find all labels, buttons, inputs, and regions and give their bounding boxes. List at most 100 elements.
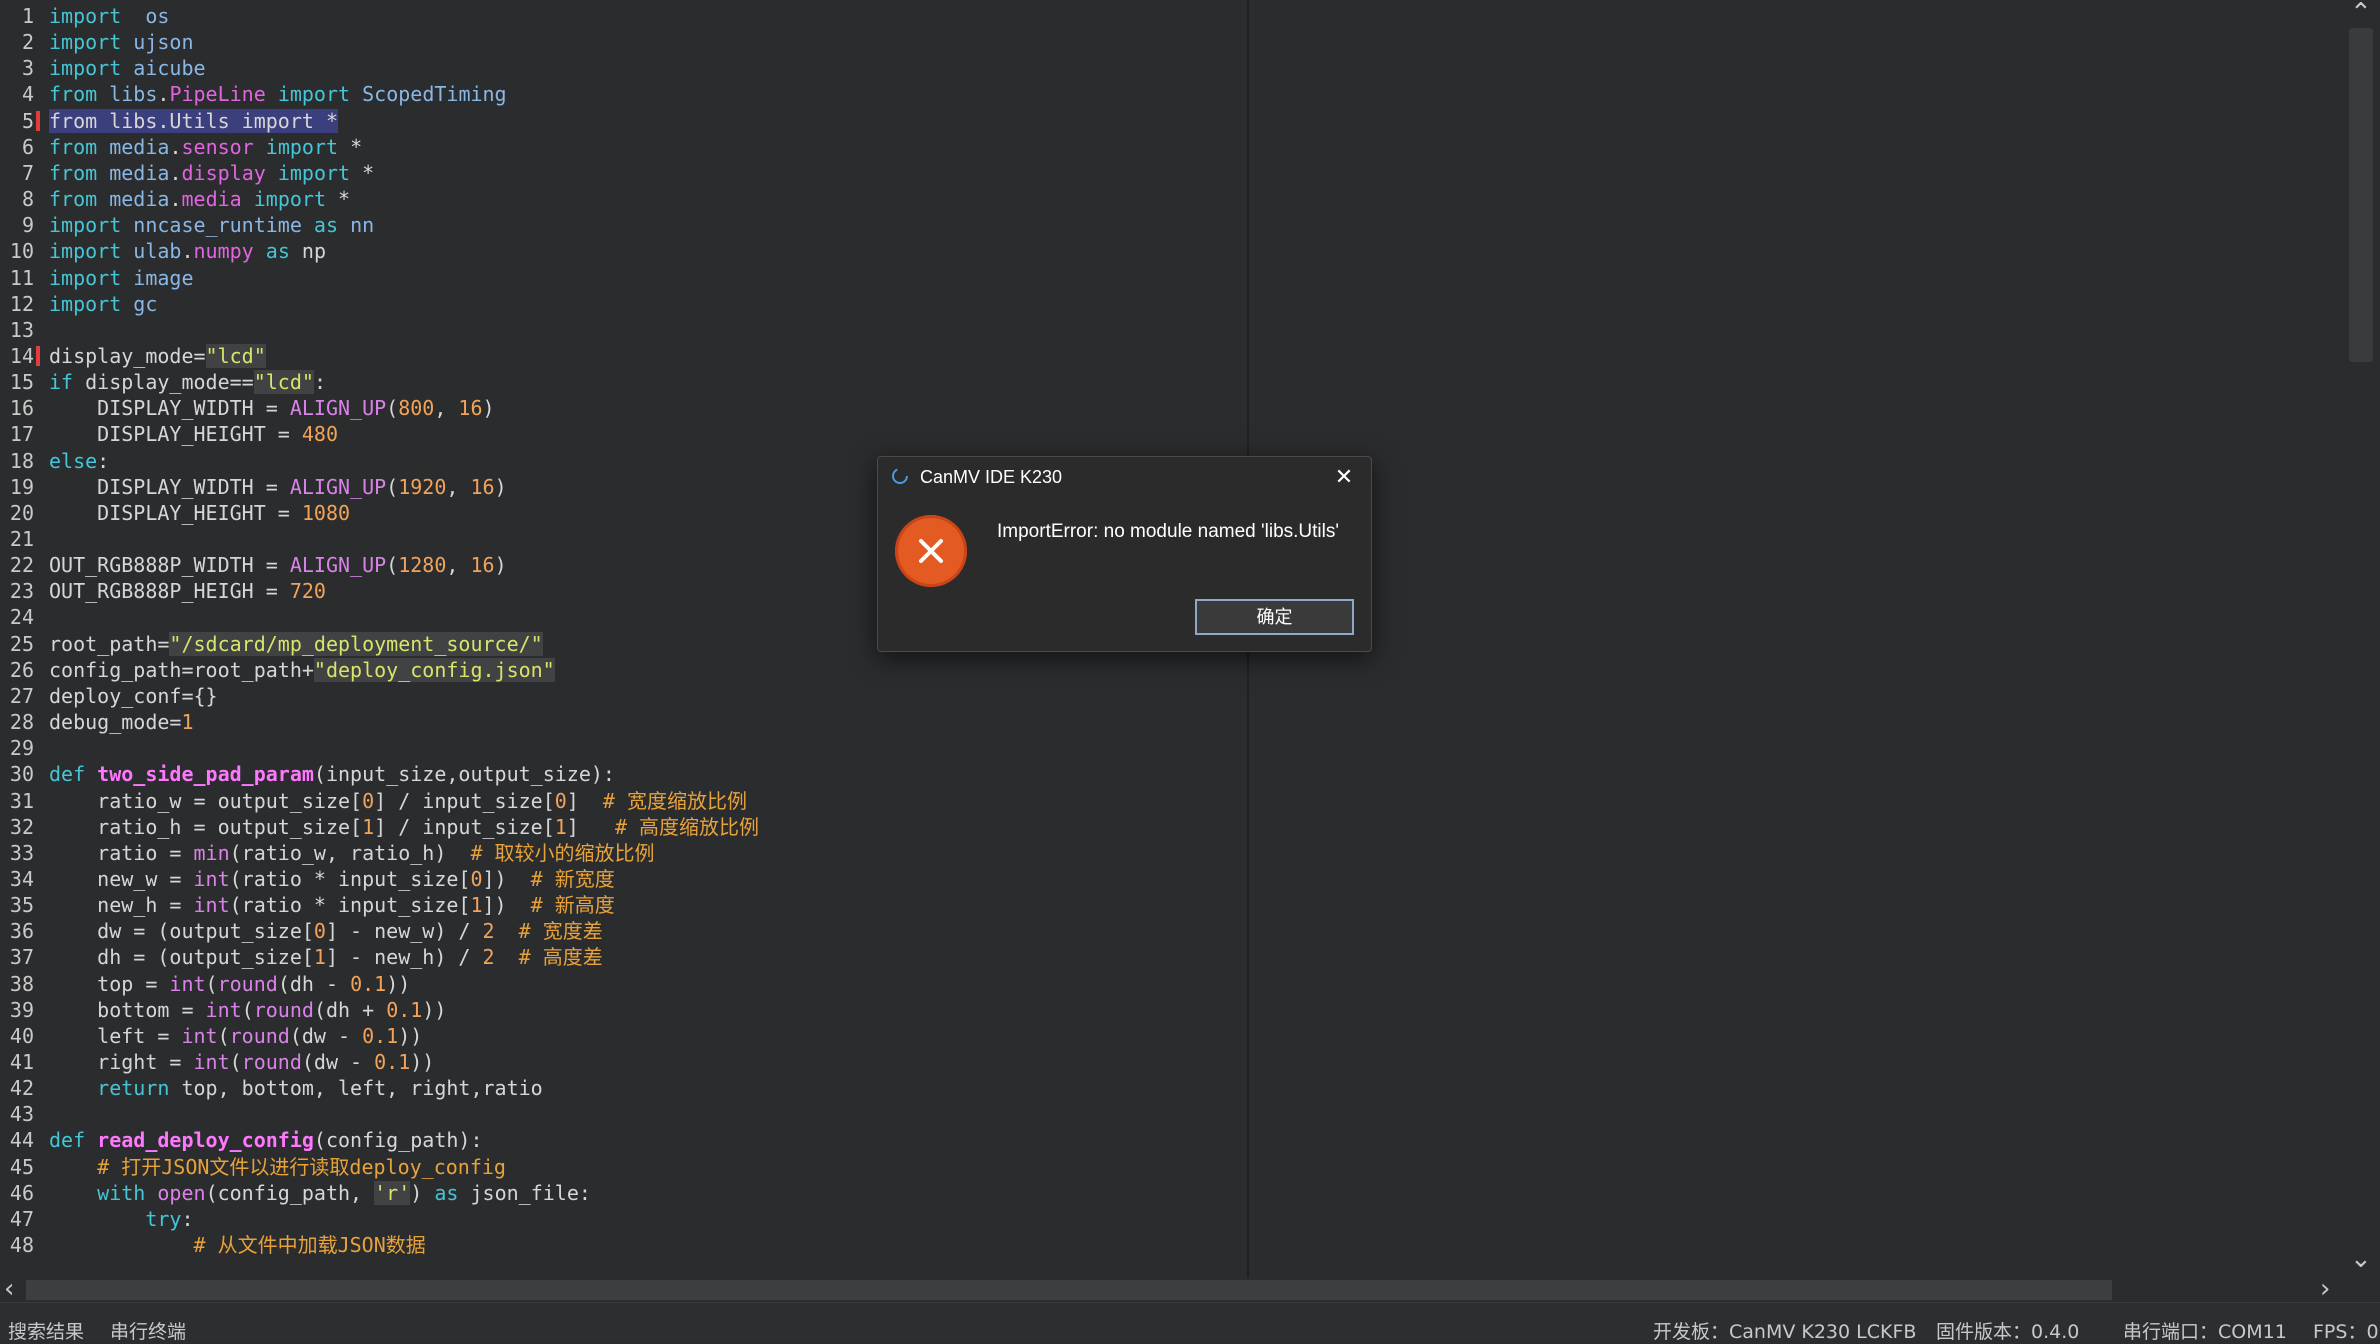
- code-text[interactable]: from media.display import *: [49, 160, 374, 186]
- code-text[interactable]: bottom = int(round(dh + 0.1)): [49, 997, 446, 1023]
- code-text[interactable]: import aicube: [49, 55, 206, 81]
- code-text[interactable]: from libs.Utils import *: [49, 108, 338, 134]
- code-text[interactable]: from media.media import *: [49, 186, 350, 212]
- serial-terminal-tab[interactable]: 串行终端: [110, 1317, 186, 1344]
- code-line[interactable]: 6 from media.sensor import *: [0, 134, 1240, 160]
- code-line[interactable]: 10 import ulab.numpy as np: [0, 238, 1240, 264]
- code-text[interactable]: import nncase_runtime as nn: [49, 212, 374, 238]
- code-text[interactable]: DISPLAY_HEIGHT = 480: [49, 421, 338, 447]
- code-text[interactable]: left = int(round(dw - 0.1)): [49, 1023, 422, 1049]
- horizontal-scrollbar-thumb[interactable]: [26, 1280, 2112, 1300]
- code-line[interactable]: 11 import image: [0, 265, 1240, 291]
- code-line[interactable]: 14 display_mode="lcd": [0, 343, 1240, 369]
- code-text[interactable]: right = int(round(dw - 0.1)): [49, 1049, 434, 1075]
- code-text[interactable]: # 从文件中加载JSON数据: [49, 1232, 426, 1258]
- code-text[interactable]: with open(config_path, 'r') as json_file…: [49, 1180, 591, 1206]
- code-line[interactable]: 5 from libs.Utils import *: [0, 108, 1240, 134]
- code-line[interactable]: 36 dw = (output_size[0] - new_w) / 2 # 宽…: [0, 918, 1240, 944]
- close-icon[interactable]: ✕: [1330, 463, 1358, 491]
- code-text[interactable]: debug_mode=1: [49, 709, 194, 735]
- code-text[interactable]: OUT_RGB888P_WIDTH = ALIGN_UP(1280, 16): [49, 552, 507, 578]
- code-text[interactable]: from libs.PipeLine import ScopedTiming: [49, 81, 507, 107]
- serial-port-label[interactable]: 串行端口：COM11: [2123, 1317, 2287, 1344]
- code-line[interactable]: 40 left = int(round(dw - 0.1)): [0, 1023, 1240, 1049]
- code-text[interactable]: config_path=root_path+"deploy_config.jso…: [49, 657, 555, 683]
- code-text[interactable]: display_mode="lcd": [49, 343, 266, 369]
- code-line[interactable]: 32 ratio_h = output_size[1] / input_size…: [0, 814, 1240, 840]
- code-text[interactable]: try:: [49, 1206, 193, 1232]
- code-text[interactable]: deploy_conf={}: [49, 683, 218, 709]
- code-text[interactable]: DISPLAY_WIDTH = ALIGN_UP(1920, 16): [49, 474, 506, 500]
- selected-code[interactable]: from libs.Utils import *: [49, 108, 338, 133]
- code-text[interactable]: import ulab.numpy as np: [49, 238, 326, 264]
- code-line[interactable]: 41 right = int(round(dw - 0.1)): [0, 1049, 1240, 1075]
- code-text[interactable]: import ujson: [49, 29, 194, 55]
- code-line[interactable]: 46 with open(config_path, 'r') as json_f…: [0, 1180, 1240, 1206]
- scroll-right-arrow-icon[interactable]: ›: [2320, 1276, 2330, 1302]
- code-text[interactable]: import gc: [49, 291, 157, 317]
- code-line[interactable]: 43: [0, 1101, 1240, 1127]
- code-line[interactable]: 12 import gc: [0, 291, 1240, 317]
- code-text[interactable]: new_w = int(ratio * input_size[0]) # 新宽度: [49, 866, 615, 892]
- code-line[interactable]: 45 # 打开JSON文件以进行读取deploy_config: [0, 1154, 1240, 1180]
- code-line[interactable]: 37 dh = (output_size[1] - new_h) / 2 # 高…: [0, 944, 1240, 970]
- code-line[interactable]: 47 try:: [0, 1206, 1240, 1232]
- code-text[interactable]: def two_side_pad_param(input_size,output…: [49, 761, 615, 787]
- code-line[interactable]: 8 from media.media import *: [0, 186, 1240, 212]
- code-line[interactable]: 2 import ujson: [0, 29, 1240, 55]
- code-text[interactable]: OUT_RGB888P_HEIGH = 720: [49, 578, 326, 604]
- code-line[interactable]: 17 DISPLAY_HEIGHT = 480: [0, 421, 1240, 447]
- code-line[interactable]: 30 def two_side_pad_param(input_size,outp…: [0, 761, 1240, 787]
- scroll-up-arrow-icon[interactable]: ⌃: [2350, 0, 2372, 26]
- code-line[interactable]: 16 DISPLAY_WIDTH = ALIGN_UP(800, 16): [0, 395, 1240, 421]
- code-line[interactable]: 1 import os: [0, 3, 1240, 29]
- code-text[interactable]: ratio_h = output_size[1] / input_size[1]…: [49, 814, 759, 840]
- code-line[interactable]: 3 import aicube: [0, 55, 1240, 81]
- code-text[interactable]: DISPLAY_HEIGHT = 1080: [49, 500, 350, 526]
- code-text[interactable]: DISPLAY_WIDTH = ALIGN_UP(800, 16): [49, 395, 494, 421]
- code-line[interactable]: 26 config_path=root_path+"deploy_config.j…: [0, 657, 1240, 683]
- code-text[interactable]: new_h = int(ratio * input_size[1]) # 新高度: [49, 892, 615, 918]
- code-token: image: [133, 265, 194, 290]
- code-line[interactable]: 31 ratio_w = output_size[0] / input_size…: [0, 788, 1240, 814]
- code-text[interactable]: return top, bottom, left, right,ratio: [49, 1075, 543, 1101]
- code-text[interactable]: top = int(round(dh - 0.1)): [49, 971, 410, 997]
- code-text[interactable]: def read_deploy_config(config_path):: [49, 1127, 483, 1153]
- code-text[interactable]: from media.sensor import *: [49, 134, 362, 160]
- code-text[interactable]: dw = (output_size[0] - new_w) / 2 # 宽度差: [49, 918, 603, 944]
- code-text[interactable]: ratio_w = output_size[0] / input_size[0]…: [49, 788, 747, 814]
- code-line[interactable]: 42 return top, bottom, left, right,ratio: [0, 1075, 1240, 1101]
- code-line[interactable]: 35 new_h = int(ratio * input_size[1]) # …: [0, 892, 1240, 918]
- scroll-left-arrow-icon[interactable]: ‹: [4, 1276, 14, 1302]
- scroll-down-arrow-icon[interactable]: ⌄: [2350, 1246, 2372, 1272]
- code-line[interactable]: 28 debug_mode=1: [0, 709, 1240, 735]
- code-text[interactable]: import image: [49, 265, 194, 291]
- code-line[interactable]: 44 def read_deploy_config(config_path):: [0, 1127, 1240, 1153]
- code-text[interactable]: dh = (output_size[1] - new_h) / 2 # 高度差: [49, 944, 603, 970]
- code-line[interactable]: 38 top = int(round(dh - 0.1)): [0, 971, 1240, 997]
- code-line[interactable]: 34 new_w = int(ratio * input_size[0]) # …: [0, 866, 1240, 892]
- code-text[interactable]: if display_mode=="lcd":: [49, 369, 326, 395]
- code-text[interactable]: ratio = min(ratio_w, ratio_h) # 取较小的缩放比例: [49, 840, 654, 866]
- search-results-tab[interactable]: 搜索结果: [8, 1317, 84, 1344]
- code-line[interactable]: 33 ratio = min(ratio_w, ratio_h) # 取较小的缩…: [0, 840, 1240, 866]
- code-text[interactable]: # 打开JSON文件以进行读取deploy_config: [49, 1154, 506, 1180]
- vertical-scrollbar-thumb[interactable]: [2349, 28, 2373, 362]
- fps-label: FPS：0: [2313, 1321, 2379, 1343]
- code-text[interactable]: root_path="/sdcard/mp_deployment_source/…: [49, 631, 543, 657]
- ok-button[interactable]: 确定: [1195, 599, 1354, 635]
- code-line[interactable]: 9 import nncase_runtime as nn: [0, 212, 1240, 238]
- code-line[interactable]: 48 # 从文件中加载JSON数据: [0, 1232, 1240, 1258]
- code-line[interactable]: 15 if display_mode=="lcd":: [0, 369, 1240, 395]
- code-line[interactable]: 7 from media.display import *: [0, 160, 1240, 186]
- firmware-label[interactable]: 固件版本：0.4.0: [1936, 1317, 2079, 1344]
- code-text[interactable]: import os: [49, 3, 169, 29]
- code-line[interactable]: 27 deploy_conf={}: [0, 683, 1240, 709]
- board-label[interactable]: 开发板：CanMV K230 LCKFB: [1653, 1317, 1916, 1344]
- code-line[interactable]: 29: [0, 735, 1240, 761]
- code-text[interactable]: else:: [49, 448, 109, 474]
- code-line[interactable]: 13: [0, 317, 1240, 343]
- code-token: from: [49, 82, 98, 107]
- code-line[interactable]: 4 from libs.PipeLine import ScopedTiming: [0, 81, 1240, 107]
- code-line[interactable]: 39 bottom = int(round(dh + 0.1)): [0, 997, 1240, 1023]
